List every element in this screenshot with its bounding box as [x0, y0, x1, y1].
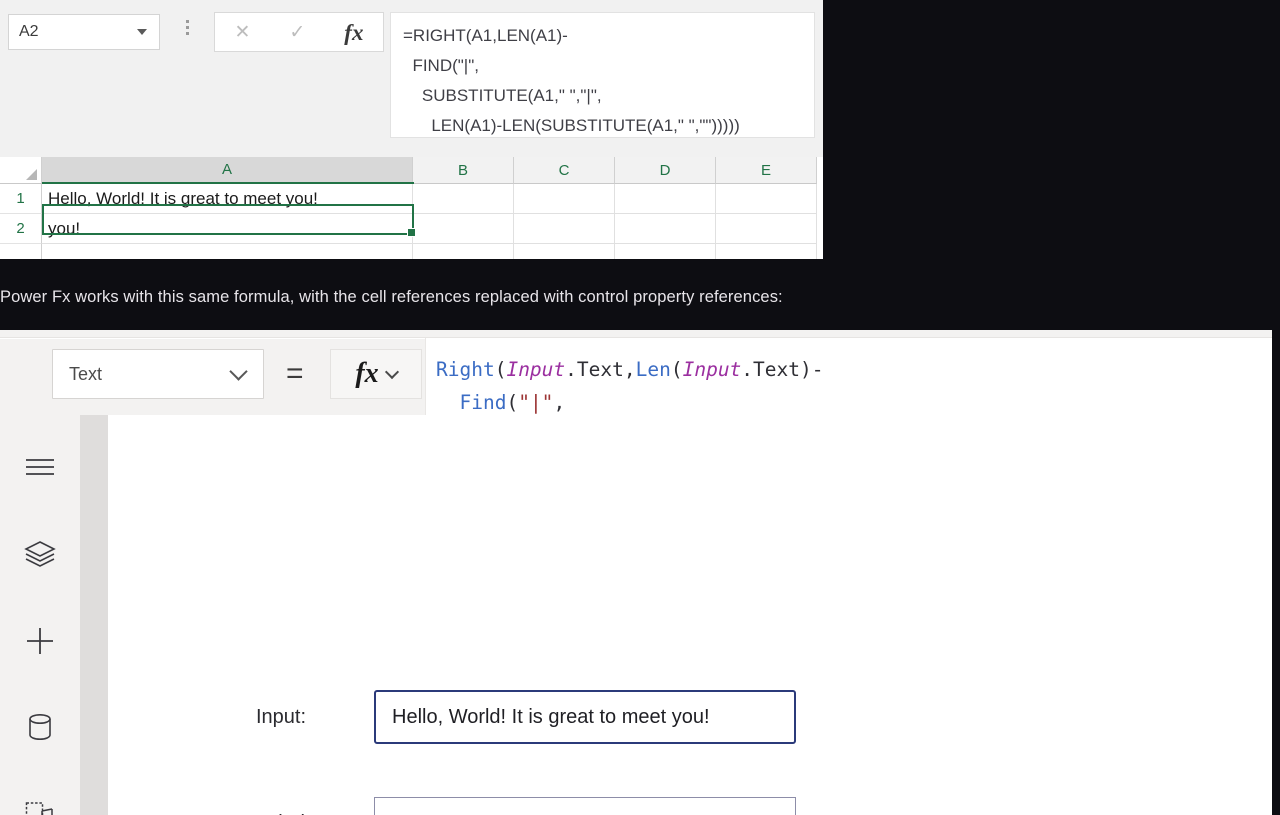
label-textbox[interactable]: you! [374, 797, 796, 815]
row-header-1[interactable]: 1 [0, 184, 42, 214]
formula-token-ctrl: Input [506, 358, 565, 381]
cell-a3[interactable] [42, 244, 413, 259]
formula-token-punc: ( [495, 358, 507, 381]
column-header-b[interactable]: B [413, 157, 514, 184]
formula-mode-chip[interactable]: fx [330, 349, 422, 399]
media-icon[interactable] [20, 795, 60, 815]
hamburger-menu-icon[interactable] [20, 447, 60, 487]
formula-token-punc: , [624, 358, 636, 381]
formula-token-fn: Right [436, 358, 495, 381]
confirm-check-icon[interactable]: ✓ [289, 23, 305, 42]
column-header-e[interactable]: E [716, 157, 817, 184]
formula-token-prop: .Text [741, 358, 800, 381]
select-all-corner[interactable] [0, 157, 42, 184]
column-header-c[interactable]: C [514, 157, 615, 184]
formula-token-punc [436, 391, 459, 414]
input-control-row: Input: Hello, World! It is great to meet… [256, 690, 796, 744]
cell-c3[interactable] [514, 244, 615, 259]
cell-e2[interactable] [716, 214, 817, 244]
property-select[interactable]: Text [52, 349, 264, 399]
fx-icon: fx [355, 358, 378, 390]
excel-column-headers: A B C D E [0, 157, 823, 184]
canvas-gutter [80, 415, 108, 815]
column-header-a[interactable]: A [42, 157, 413, 184]
insert-plus-icon[interactable] [20, 621, 60, 661]
cell-a1[interactable]: Hello, World! It is great to meet you! [42, 184, 413, 214]
formula-token-fn: Find [459, 391, 506, 414]
excel-formula-toolbar: A2 ✕ ✓ fx =RIGHT(A1,LEN(A1)- FIND("|", S… [0, 0, 823, 157]
formula-token-fn: Len [636, 358, 671, 381]
excel-row-1: 1 Hello, World! It is great to meet you! [0, 184, 823, 214]
cell-d3[interactable] [615, 244, 716, 259]
insert-function-icon[interactable]: fx [344, 21, 363, 44]
column-header-d[interactable]: D [615, 157, 716, 184]
cell-d1[interactable] [615, 184, 716, 214]
excel-name-box-value: A2 [9, 23, 137, 41]
excel-overflow-dots-icon[interactable] [186, 20, 189, 35]
formula-token-ctrl: Input [683, 358, 742, 381]
formula-token-punc: ( [506, 391, 518, 414]
studio-left-rail [0, 415, 80, 815]
excel-formula-actions: ✕ ✓ fx [214, 12, 384, 52]
equals-sign: = [286, 357, 304, 391]
app-canvas: Input: Hello, World! It is great to meet… [108, 415, 1272, 815]
excel-grid: A B C D E 1 Hello, World! It is great to… [0, 157, 823, 259]
powerfx-studio-screenshot: Text = fx Right(Input.Text,Len(Input.Tex… [0, 330, 1272, 815]
row-header-2[interactable]: 2 [0, 214, 42, 244]
cell-b1[interactable] [413, 184, 514, 214]
input-control-label: Input: [256, 706, 374, 729]
excel-row-3 [0, 244, 823, 259]
formula-token-punc: )- [800, 358, 823, 381]
screenshot-root: A2 ✕ ✓ fx =RIGHT(A1,LEN(A1)- FIND("|", S… [0, 0, 1280, 815]
excel-formula-bar-input[interactable]: =RIGHT(A1,LEN(A1)- FIND("|", SUBSTITUTE(… [390, 12, 815, 138]
cancel-icon[interactable]: ✕ [234, 23, 250, 42]
cell-b2[interactable] [413, 214, 514, 244]
excel-name-box[interactable]: A2 [8, 14, 160, 50]
excel-screenshot: A2 ✕ ✓ fx =RIGHT(A1,LEN(A1)- FIND("|", S… [0, 0, 823, 259]
cell-a2[interactable]: you! [42, 214, 413, 244]
formula-token-punc: ( [671, 358, 683, 381]
caret-down-icon[interactable] [137, 29, 147, 35]
row-header-3[interactable] [0, 244, 42, 259]
excel-row-2: 2 you! [0, 214, 823, 244]
cell-c1[interactable] [514, 184, 615, 214]
formula-token-str: "|" [518, 391, 553, 414]
caption-text: Power Fx works with this same formula, w… [0, 288, 1000, 307]
cell-b3[interactable] [413, 244, 514, 259]
formula-token-punc: , [553, 391, 565, 414]
property-select-value: Text [53, 364, 232, 385]
formula-token-prop: .Text [565, 358, 624, 381]
cell-e1[interactable] [716, 184, 817, 214]
cell-c2[interactable] [514, 214, 615, 244]
tree-view-layers-icon[interactable] [20, 534, 60, 574]
cell-d2[interactable] [615, 214, 716, 244]
input-textbox[interactable]: Hello, World! It is great to meet you! [374, 690, 796, 744]
cell-e3[interactable] [716, 244, 817, 259]
data-cylinder-icon[interactable] [20, 708, 60, 748]
label-control-row: Label: you! [256, 797, 796, 815]
chevron-down-icon[interactable] [229, 362, 247, 380]
studio-top-strip [0, 330, 1272, 338]
chevron-down-icon[interactable] [385, 364, 399, 378]
